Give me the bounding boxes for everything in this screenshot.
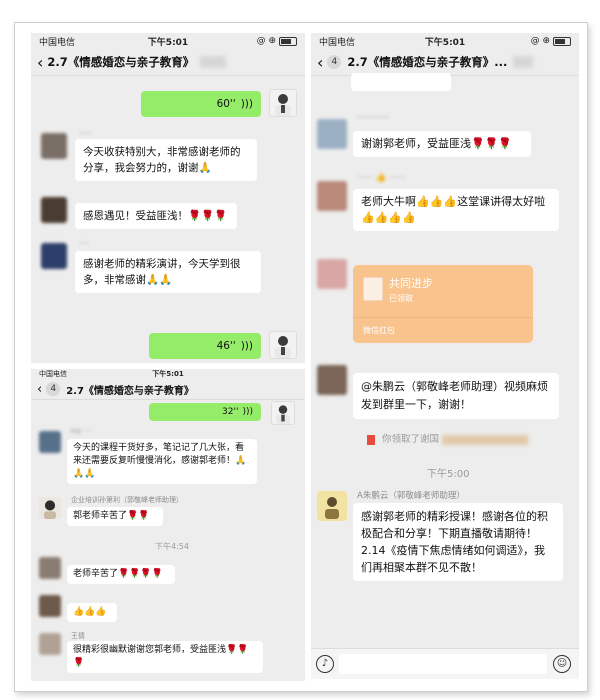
voice-wave-icon: ))) <box>240 98 253 110</box>
unread-badge: 4 <box>46 382 61 396</box>
avatar[interactable] <box>39 431 61 453</box>
chat-title: 2.7《情感婚恋与亲子教育》 <box>66 385 194 397</box>
avatar[interactable] <box>41 243 67 269</box>
red-packet-status: 已领取 <box>389 294 413 303</box>
voice-duration: 32'' <box>222 407 239 417</box>
chat-panel-left-bottom: 中国电信 下午5:01 ‹ 4 2.7《情感婚恋与亲子教育》 32'' ))) … <box>31 369 305 681</box>
chat-message-partial <box>351 73 451 91</box>
voice-message-bubble[interactable]: 46'' ))) <box>149 333 261 359</box>
avatar[interactable] <box>317 491 347 521</box>
chat-message: 感谢老师的精彩演讲，今天学到很多，非常感谢🙏🙏 <box>75 251 261 293</box>
avatar[interactable] <box>41 133 67 159</box>
avatar[interactable] <box>39 595 61 617</box>
blurred-title-suffix <box>513 56 534 68</box>
avatar[interactable] <box>41 197 67 223</box>
avatar[interactable] <box>39 557 61 579</box>
sender-name: ······ 👍 ······ <box>357 173 406 183</box>
sender-name: A朱鹏云（郭敬峰老师助理） <box>357 491 465 501</box>
chat-message: 👍👍👍 <box>67 603 117 622</box>
chat-message: 感恩遇见！受益匪浅！🌹🌹🌹 <box>75 203 237 229</box>
voice-duration: 60'' <box>216 98 236 110</box>
chat-message: 今天的课程干货好多，笔记记了几大张，看来还需要反复听慢慢消化，感谢郭老师！🙏🙏🙏 <box>67 439 257 484</box>
chat-nav-bar: ‹ 4 2.7《情感婚恋与亲子教育》 <box>31 379 305 400</box>
red-packet-title: 共同进步 <box>389 277 433 290</box>
back-icon[interactable]: ‹ <box>37 382 42 397</box>
chat-message: 老师辛苦了🌹🌹🌹🌹 <box>67 565 175 584</box>
chat-message: 郭老师辛苦了🌹🌹 <box>67 507 163 526</box>
emoji-icon[interactable]: ☺ <box>553 655 571 673</box>
avatar[interactable] <box>39 633 61 655</box>
input-bar: ♪ ☺ <box>311 648 579 679</box>
sender-name: ····· <box>79 129 93 139</box>
chat-message: @朱鹏云（郭敬峰老师助理）视频麻烦发到群里一下，谢谢！ <box>353 373 559 419</box>
battery-icon <box>279 36 297 46</box>
status-indicators: @ ⊕ <box>256 36 276 46</box>
voice-message-bubble[interactable]: 60'' ))) <box>141 91 261 117</box>
battery-icon <box>553 36 571 46</box>
red-packet-card[interactable]: 共同进步 已领取 微信红包 <box>353 265 533 343</box>
chat-panel-right: 中国电信 下午5:01 @ ⊕ ‹ 4 2.7《情感婚恋与亲子教育》... ··… <box>311 33 579 679</box>
chat-panel-left-top: 中国电信 下午5:01 @ ⊕ ‹ 2.7《情感婚恋与亲子教育》 60'' ))… <box>31 33 305 363</box>
avatar[interactable] <box>269 89 297 117</box>
status-bar: 中国电信 下午5:01 <box>31 369 305 379</box>
red-packet-icon <box>363 277 383 301</box>
avatar[interactable] <box>317 181 347 211</box>
avatar[interactable] <box>317 259 347 289</box>
system-message: 你领取了谢国 <box>382 434 440 445</box>
voice-duration: 46'' <box>216 340 236 352</box>
voice-message-bubble[interactable]: 32'' ))) <box>149 403 261 421</box>
chat-nav-bar: ‹ 2.7《情感婚恋与亲子教育》 <box>31 49 305 76</box>
sender-name: ············ <box>357 113 390 123</box>
avatar[interactable] <box>269 331 297 359</box>
voice-wave-icon: ))) <box>242 407 253 417</box>
chat-title: 2.7《情感婚恋与亲子教育》 <box>47 55 195 69</box>
red-packet-small-icon <box>367 434 375 445</box>
status-time: 下午5:01 <box>424 37 466 48</box>
red-packet-footer: 微信红包 <box>363 326 395 335</box>
status-bar: 中国电信 下午5:01 @ ⊕ <box>31 33 305 49</box>
timestamp: 下午4:54 <box>155 542 189 551</box>
message-input[interactable] <box>339 654 547 674</box>
avatar[interactable] <box>317 365 347 395</box>
collage-frame: 中国电信 下午5:01 @ ⊕ ‹ 2.7《情感婚恋与亲子教育》 60'' ))… <box>14 22 588 692</box>
back-icon[interactable]: ‹ <box>37 53 43 72</box>
sender-name: 王倩 <box>71 632 85 640</box>
blurred-title-suffix <box>200 56 227 68</box>
chat-nav-bar: ‹ 4 2.7《情感婚恋与亲子教育》... <box>311 49 579 76</box>
avatar[interactable] <box>271 401 295 425</box>
chat-message: 谢谢郭老师，受益匪浅🌹🌹🌹 <box>353 131 531 157</box>
chat-message: 感谢郭老师的精彩授课！感谢各位的积极配合和分享！下期直播敬请期待！ 2.14《疫… <box>353 503 563 581</box>
status-bar: 中国电信 下午5:01 @ ⊕ <box>311 33 579 49</box>
chat-title: 2.7《情感婚恋与亲子教育》... <box>347 55 508 69</box>
unread-badge: 4 <box>327 55 342 69</box>
avatar[interactable] <box>317 119 347 149</box>
sender-name: 企业培训孙第利（郭敬峰老师助理） <box>71 496 183 504</box>
timestamp: 下午5:00 <box>427 469 470 480</box>
sender-name: Ivy ···· <box>71 427 93 435</box>
sender-name: ···· <box>79 239 90 249</box>
avatar[interactable] <box>39 497 61 519</box>
chat-message: 很精彩很幽默谢谢您郭老师，受益匪浅🌹🌹🌹 <box>67 641 263 673</box>
status-time: 下午5:01 <box>152 370 184 378</box>
back-icon[interactable]: ‹ <box>317 53 323 72</box>
status-time: 下午5:01 <box>147 37 189 48</box>
blurred-name <box>442 434 529 445</box>
chat-message: 今天收获特别大，非常感谢老师的分享，我会努力的，谢谢🙏 <box>75 139 257 181</box>
red-packet-notice: 你领取了谢国 <box>367 431 529 445</box>
chat-message: 老师大牛啊👍👍👍这堂课讲得太好啦👍👍👍👍 <box>353 189 559 231</box>
status-indicators: @ ⊕ <box>530 36 550 46</box>
voice-input-icon[interactable]: ♪ <box>316 655 334 673</box>
voice-wave-icon: ))) <box>240 340 253 352</box>
